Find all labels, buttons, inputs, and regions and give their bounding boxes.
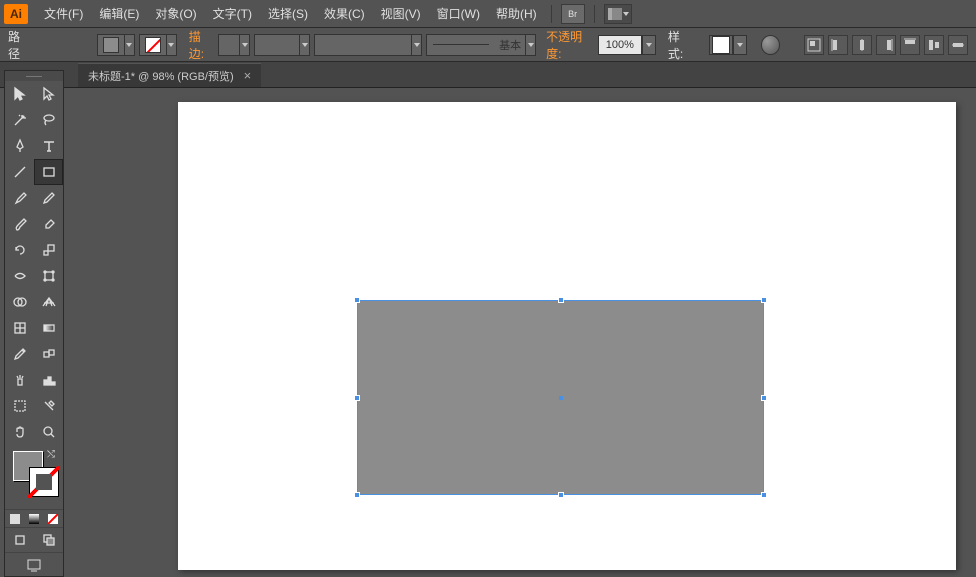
gradient-tool[interactable] <box>34 315 63 341</box>
menu-window[interactable]: 窗口(W) <box>429 5 488 22</box>
align-buttons-group <box>804 35 968 55</box>
menu-file[interactable]: 文件(F) <box>36 5 91 22</box>
align-button-7[interactable] <box>948 35 968 55</box>
control-bar: 路径 描边: 基本 不透明度: 100% 样式: <box>0 28 976 62</box>
blob-brush-tool[interactable] <box>5 211 34 237</box>
align-button-2[interactable] <box>828 35 848 55</box>
menu-object[interactable]: 对象(O) <box>147 5 204 22</box>
draw-behind-button[interactable] <box>34 528 63 552</box>
stroke-weight-field[interactable] <box>218 34 250 56</box>
panel-grip[interactable] <box>5 71 63 81</box>
rotate-tool[interactable] <box>5 237 34 263</box>
swap-fill-stroke-icon[interactable]: ⤭ <box>47 449 55 460</box>
menu-edit[interactable]: 编辑(E) <box>91 5 147 22</box>
magic-wand-tool[interactable] <box>5 107 34 133</box>
column-graph-tool[interactable] <box>34 367 63 393</box>
paintbrush-tool[interactable] <box>5 185 34 211</box>
eraser-tool[interactable] <box>34 211 63 237</box>
resize-handle-tl[interactable] <box>354 297 360 303</box>
menu-help[interactable]: 帮助(H) <box>488 5 545 22</box>
align-button-3[interactable] <box>852 35 872 55</box>
arrange-documents-button[interactable] <box>604 4 632 24</box>
stroke-cap-dropdown[interactable] <box>254 34 310 56</box>
line-tool[interactable] <box>5 159 34 185</box>
document-tab-title: 未标题-1* @ 98% (RGB/预览) <box>88 68 234 84</box>
perspective-grid-tool[interactable] <box>34 289 63 315</box>
resize-handle-bm[interactable] <box>558 492 564 498</box>
selected-rectangle[interactable] <box>357 300 764 495</box>
color-mode-gradient[interactable] <box>24 509 43 527</box>
fill-swatch[interactable] <box>97 34 135 56</box>
tools-panel: ⤭ <box>4 70 64 577</box>
symbol-sprayer-tool[interactable] <box>5 367 34 393</box>
eyedropper-tool[interactable] <box>5 341 34 367</box>
resize-handle-tm[interactable] <box>558 297 564 303</box>
align-button-5[interactable] <box>900 35 920 55</box>
document-tab-bar: 未标题-1* @ 98% (RGB/预览) × <box>0 62 976 88</box>
work-area[interactable] <box>78 88 976 569</box>
direct-selection-tool[interactable] <box>34 81 63 107</box>
width-tool[interactable] <box>5 263 34 289</box>
resize-handle-bl[interactable] <box>354 492 360 498</box>
opacity-label[interactable]: 不透明度: <box>546 28 594 62</box>
style-label[interactable]: 样式: <box>668 28 693 62</box>
artboard-tool[interactable] <box>5 393 34 419</box>
blend-tool[interactable] <box>34 341 63 367</box>
graphic-style-dropdown[interactable] <box>709 35 747 55</box>
type-tool[interactable] <box>34 133 63 159</box>
app-icon: Ai <box>4 4 28 24</box>
artboard[interactable] <box>178 102 956 570</box>
opacity-field[interactable]: 100% <box>598 35 656 55</box>
align-button-1[interactable] <box>804 35 824 55</box>
stroke-swatch[interactable] <box>139 34 177 56</box>
recolor-artwork-button[interactable] <box>761 35 780 55</box>
resize-handle-ml[interactable] <box>354 395 360 401</box>
resize-handle-br[interactable] <box>761 492 767 498</box>
rectangle-tool[interactable] <box>34 159 63 185</box>
bridge-button[interactable]: Br <box>561 4 585 24</box>
document-tab[interactable]: 未标题-1* @ 98% (RGB/预览) × <box>78 63 261 87</box>
menu-bar: Ai 文件(F) 编辑(E) 对象(O) 文字(T) 选择(S) 效果(C) 视… <box>0 0 976 28</box>
menu-view[interactable]: 视图(V) <box>373 5 429 22</box>
selection-tool[interactable] <box>5 81 34 107</box>
zoom-tool[interactable] <box>34 419 63 445</box>
close-tab-icon[interactable]: × <box>244 68 252 83</box>
resize-handle-mr[interactable] <box>761 395 767 401</box>
color-mode-solid[interactable] <box>5 509 24 527</box>
menu-select[interactable]: 选择(S) <box>260 5 316 22</box>
draw-mode-button[interactable] <box>5 528 34 552</box>
slice-tool[interactable] <box>34 393 63 419</box>
align-button-4[interactable] <box>876 35 896 55</box>
align-button-6[interactable] <box>924 35 944 55</box>
free-transform-tool[interactable] <box>34 263 63 289</box>
fill-stroke-indicator[interactable]: ⤭ <box>5 445 63 509</box>
variable-width-profile[interactable] <box>314 34 422 56</box>
hand-tool[interactable] <box>5 419 34 445</box>
color-mode-none[interactable] <box>44 509 63 527</box>
brush-definition-dropdown[interactable]: 基本 <box>426 34 536 56</box>
shape-builder-tool[interactable] <box>5 289 34 315</box>
resize-handle-tr[interactable] <box>761 297 767 303</box>
pen-tool[interactable] <box>5 133 34 159</box>
center-point-icon <box>559 396 563 400</box>
menu-type[interactable]: 文字(T) <box>205 5 260 22</box>
pencil-tool[interactable] <box>34 185 63 211</box>
screen-mode-button[interactable] <box>5 552 63 576</box>
stroke-color-box[interactable] <box>29 467 59 497</box>
scale-tool[interactable] <box>34 237 63 263</box>
lasso-tool[interactable] <box>34 107 63 133</box>
stroke-label[interactable]: 描边: <box>189 28 214 62</box>
mesh-tool[interactable] <box>5 315 34 341</box>
selection-type-label: 路径 <box>8 28 30 62</box>
menu-effect[interactable]: 效果(C) <box>316 5 373 22</box>
